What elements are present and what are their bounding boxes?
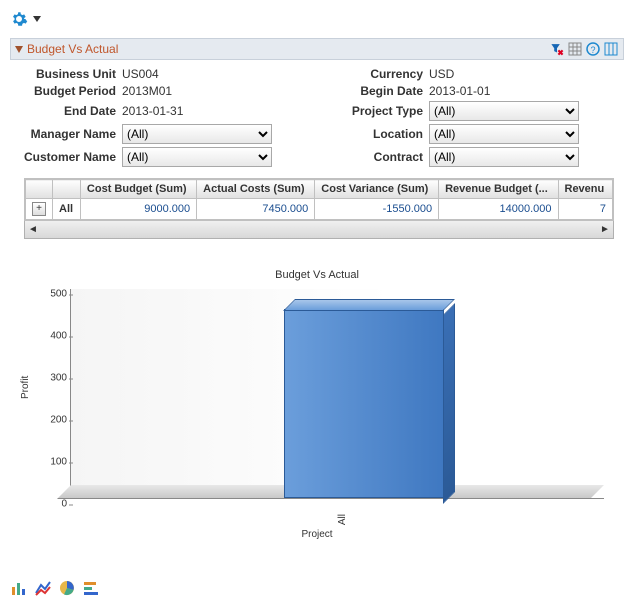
xtick: All (71, 514, 604, 528)
cell-actual-costs: 7450.000 (197, 199, 315, 220)
label-customer-name: Customer Name (10, 150, 122, 164)
select-contract[interactable]: (All) (429, 147, 579, 167)
select-manager-name[interactable]: (All) (122, 124, 272, 144)
ytick: 300 (37, 373, 67, 384)
col-cost-budget[interactable]: Cost Budget (Sum) (80, 180, 196, 199)
col-rowlabel[interactable] (53, 180, 81, 199)
pie-chart-icon[interactable] (58, 579, 76, 597)
filter-panel: Business Unit US004 Currency USD Budget … (10, 60, 624, 178)
horizontal-scrollbar[interactable]: ◄ ► (24, 221, 614, 239)
svg-text:?: ? (590, 45, 595, 55)
grid-icon[interactable] (567, 41, 583, 57)
bar-chart-icon[interactable] (10, 579, 28, 597)
cell-revenue-budget: 14000.000 (439, 199, 558, 220)
cell-cost-budget: 9000.000 (80, 199, 196, 220)
ytick: 200 (37, 415, 67, 426)
value-budget-period: 2013M01 (122, 84, 172, 98)
chart-title: Budget Vs Actual (10, 269, 624, 281)
label-currency: Currency (317, 67, 429, 81)
col-revenue[interactable]: Revenu (558, 180, 613, 199)
scroll-left-icon[interactable]: ◄ (25, 221, 41, 237)
section-title[interactable]: Budget Vs Actual (27, 42, 118, 56)
label-project-type: Project Type (317, 104, 429, 118)
label-contract: Contract (317, 150, 429, 164)
chevron-down-icon[interactable] (33, 16, 41, 22)
line-chart-icon[interactable] (34, 579, 52, 597)
bar (284, 309, 444, 498)
cell-cost-variance: -1550.000 (315, 199, 439, 220)
ytick: 0 (37, 499, 67, 510)
funnel-delete-icon[interactable] (549, 41, 565, 57)
label-manager-name: Manager Name (10, 127, 122, 141)
section-header: Budget Vs Actual ? (10, 38, 624, 60)
ytick: 400 (37, 331, 67, 342)
label-business-unit: Business Unit (10, 67, 122, 81)
expand-row-icon[interactable]: + (32, 202, 46, 216)
chart: Budget Vs Actual Profit 0 100 200 300 400 500… (10, 269, 624, 549)
value-begin-date: 2013-01-01 (429, 84, 490, 98)
select-location[interactable]: (All) (429, 124, 579, 144)
table-header-row: Cost Budget (Sum) Actual Costs (Sum) Cos… (26, 180, 613, 199)
ytick: 500 (37, 289, 67, 300)
col-cost-variance[interactable]: Cost Variance (Sum) (315, 180, 439, 199)
hbar-chart-icon[interactable] (82, 579, 100, 597)
value-currency: USD (429, 67, 454, 81)
select-customer-name[interactable]: (All) (122, 147, 272, 167)
help-icon[interactable]: ? (585, 41, 601, 57)
label-budget-period: Budget Period (10, 84, 122, 98)
ytick: 100 (37, 457, 67, 468)
value-business-unit: US004 (122, 67, 159, 81)
table-row: + All 9000.000 7450.000 -1550.000 14000.… (26, 199, 613, 220)
label-begin-date: Begin Date (317, 84, 429, 98)
columns-icon[interactable] (603, 41, 619, 57)
gear-icon[interactable] (10, 10, 28, 28)
cell-rowlabel: All (59, 203, 73, 215)
label-end-date: End Date (10, 104, 122, 118)
scroll-right-icon[interactable]: ► (597, 221, 613, 237)
col-revenue-budget[interactable]: Revenue Budget (... (439, 180, 558, 199)
collapse-triangle-icon[interactable] (15, 46, 23, 53)
col-actual-costs[interactable]: Actual Costs (Sum) (197, 180, 315, 199)
chart-ylabel: Profit (20, 376, 31, 399)
data-grid: Cost Budget (Sum) Actual Costs (Sum) Cos… (24, 178, 614, 221)
select-project-type[interactable]: (All) (429, 101, 579, 121)
value-end-date: 2013-01-31 (122, 104, 183, 118)
cell-revenue: 7 (558, 199, 613, 220)
chart-xlabel: Project (10, 529, 624, 540)
label-location: Location (317, 127, 429, 141)
